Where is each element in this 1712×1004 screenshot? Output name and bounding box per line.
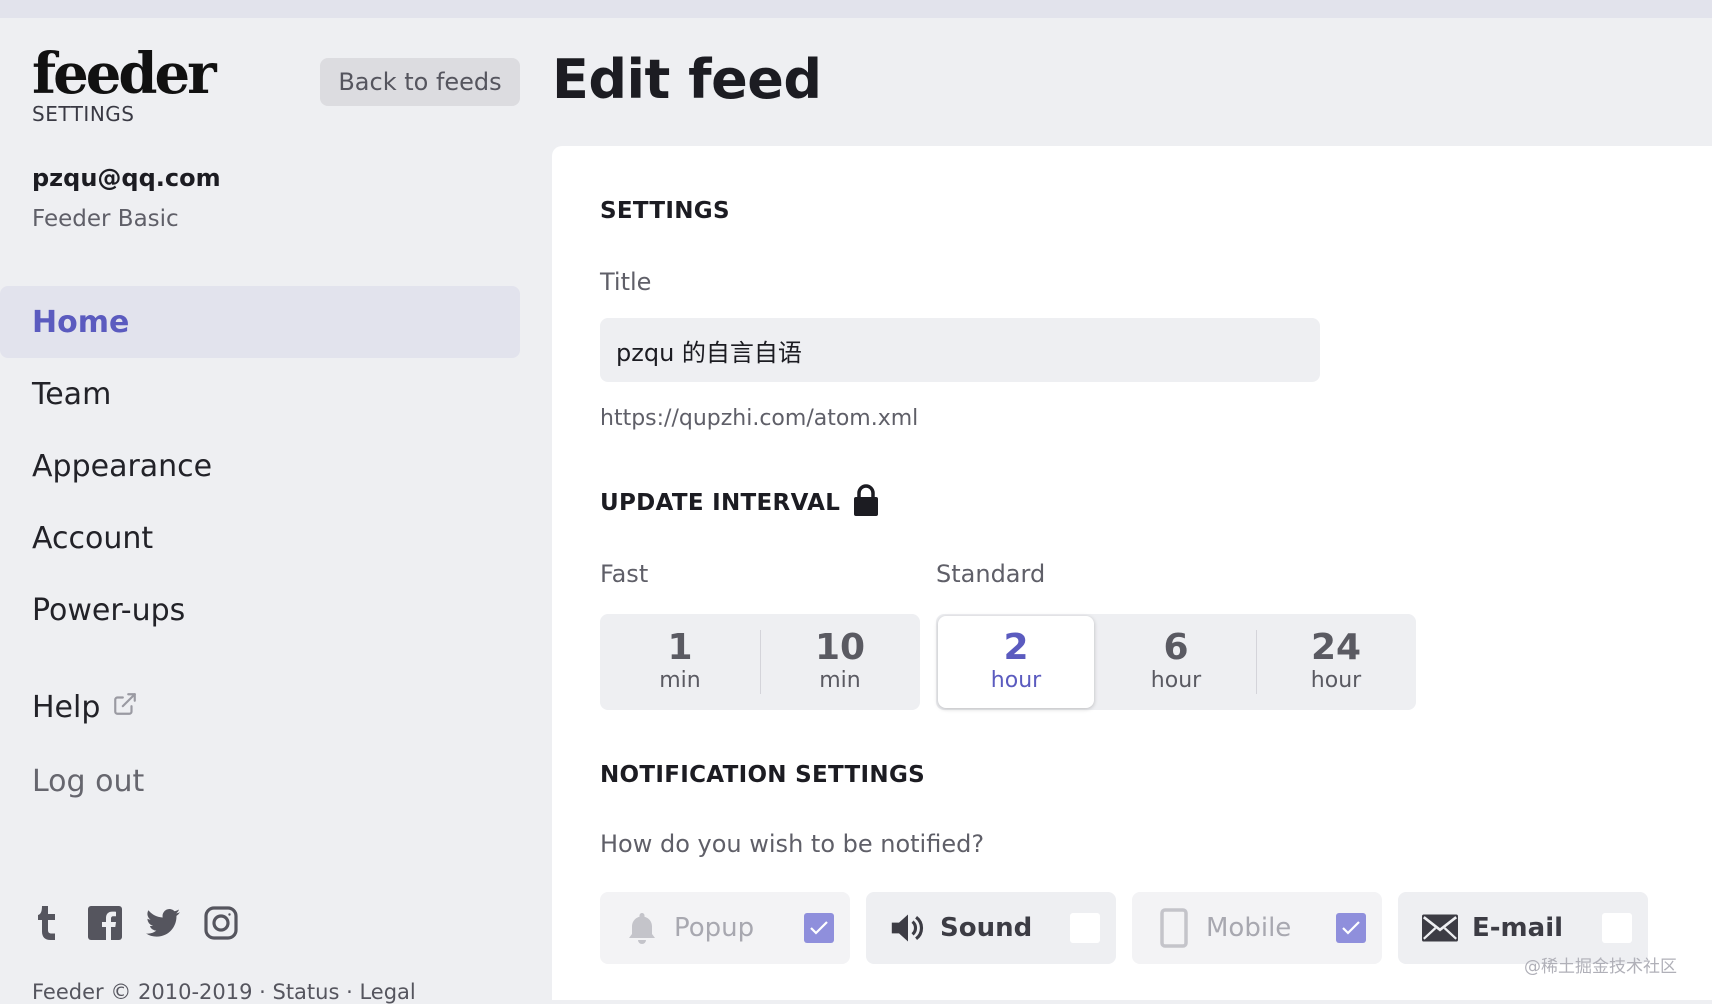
notify-mobile-label: Mobile — [1206, 913, 1292, 943]
sidebar-nav: Home Team Appearance Account Power-ups — [0, 286, 520, 646]
envelope-icon — [1422, 910, 1458, 946]
interval-value: 10 — [814, 627, 866, 668]
speaker-icon — [890, 910, 926, 946]
interval-unit: min — [659, 668, 701, 693]
interval-option-2-hour[interactable]: 2 hour — [938, 616, 1094, 708]
notify-popup-option[interactable]: Popup — [600, 892, 850, 964]
interval-value: 6 — [1163, 627, 1189, 668]
interval-unit: hour — [1310, 668, 1362, 693]
bell-icon — [624, 910, 660, 946]
help-label: Help — [32, 690, 101, 725]
lock-icon — [854, 484, 879, 522]
notify-sound-option[interactable]: Sound — [866, 892, 1116, 964]
social-links — [30, 906, 238, 940]
sidebar-item-home[interactable]: Home — [0, 286, 520, 358]
interval-option-10-min[interactable]: 10 min — [760, 614, 920, 710]
sidebar-item-help[interactable]: Help — [32, 690, 138, 725]
footer-text: Feeder © 2010-2019 · Status · Legal — [32, 980, 416, 1004]
settings-heading: SETTINGS — [600, 198, 730, 224]
notify-sound-label: Sound — [940, 913, 1033, 943]
notification-options: Popup Sound Mobile E-mail — [600, 892, 1648, 964]
facebook-icon[interactable] — [88, 906, 122, 940]
top-bar — [0, 0, 1712, 18]
sidebar-item-appearance[interactable]: Appearance — [0, 430, 520, 502]
notify-email-checkbox[interactable] — [1602, 913, 1632, 943]
notify-mobile-option[interactable]: Mobile — [1132, 892, 1382, 964]
external-link-icon — [112, 690, 138, 725]
tumblr-icon[interactable] — [30, 906, 64, 940]
user-plan: Feeder Basic — [32, 206, 179, 232]
twitter-icon[interactable] — [146, 906, 180, 940]
fast-label: Fast — [600, 560, 649, 588]
interval-option-1-min[interactable]: 1 min — [600, 614, 760, 710]
title-input[interactable] — [600, 318, 1320, 382]
sidebar-item-account[interactable]: Account — [0, 502, 520, 574]
notification-question: How do you wish to be notified? — [600, 830, 985, 858]
notify-popup-checkbox[interactable] — [804, 913, 834, 943]
notify-popup-label: Popup — [674, 913, 755, 943]
standard-label: Standard — [936, 560, 1046, 588]
interval-value: 1 — [667, 627, 693, 668]
update-interval-heading: UPDATE INTERVAL — [600, 484, 879, 522]
interval-unit: min — [819, 668, 861, 693]
page-title: Edit feed — [552, 48, 822, 111]
sidebar-item-power-ups[interactable]: Power-ups — [0, 574, 520, 646]
notify-email-label: E-mail — [1472, 913, 1564, 943]
interval-unit: hour — [1150, 668, 1202, 693]
logo-subtitle: SETTINGS — [32, 102, 135, 126]
user-email: pzqu@qq.com — [32, 164, 221, 192]
notify-sound-checkbox[interactable] — [1070, 913, 1100, 943]
edit-feed-card: SETTINGS Title https://qupzhi.com/atom.x… — [552, 146, 1712, 1000]
notify-mobile-checkbox[interactable] — [1336, 913, 1366, 943]
sidebar-item-team[interactable]: Team — [0, 358, 520, 430]
watermark: @稀土掘金技术社区 — [1524, 957, 1677, 977]
sidebar-item-logout[interactable]: Log out — [32, 764, 144, 799]
interval-value: 2 — [1003, 627, 1029, 668]
update-interval-title: UPDATE INTERVAL — [600, 490, 841, 516]
feed-url: https://qupzhi.com/atom.xml — [600, 406, 919, 431]
title-label: Title — [600, 268, 652, 296]
update-interval-selector: 1 min 10 min 2 hour 6 hour 24 hour — [600, 614, 1416, 710]
feeder-logo[interactable]: feeder — [32, 42, 217, 106]
back-to-feeds-button[interactable]: Back to feeds — [320, 58, 520, 106]
fast-interval-group: 1 min 10 min — [600, 614, 920, 710]
interval-value: 24 — [1310, 627, 1362, 668]
standard-interval-group: 2 hour 6 hour 24 hour — [936, 614, 1416, 710]
instagram-icon[interactable] — [204, 906, 238, 940]
interval-option-6-hour[interactable]: 6 hour — [1096, 614, 1256, 710]
interval-option-24-hour[interactable]: 24 hour — [1256, 614, 1416, 710]
mobile-icon — [1156, 908, 1192, 948]
notification-settings-heading: NOTIFICATION SETTINGS — [600, 762, 925, 788]
interval-unit: hour — [990, 668, 1042, 693]
